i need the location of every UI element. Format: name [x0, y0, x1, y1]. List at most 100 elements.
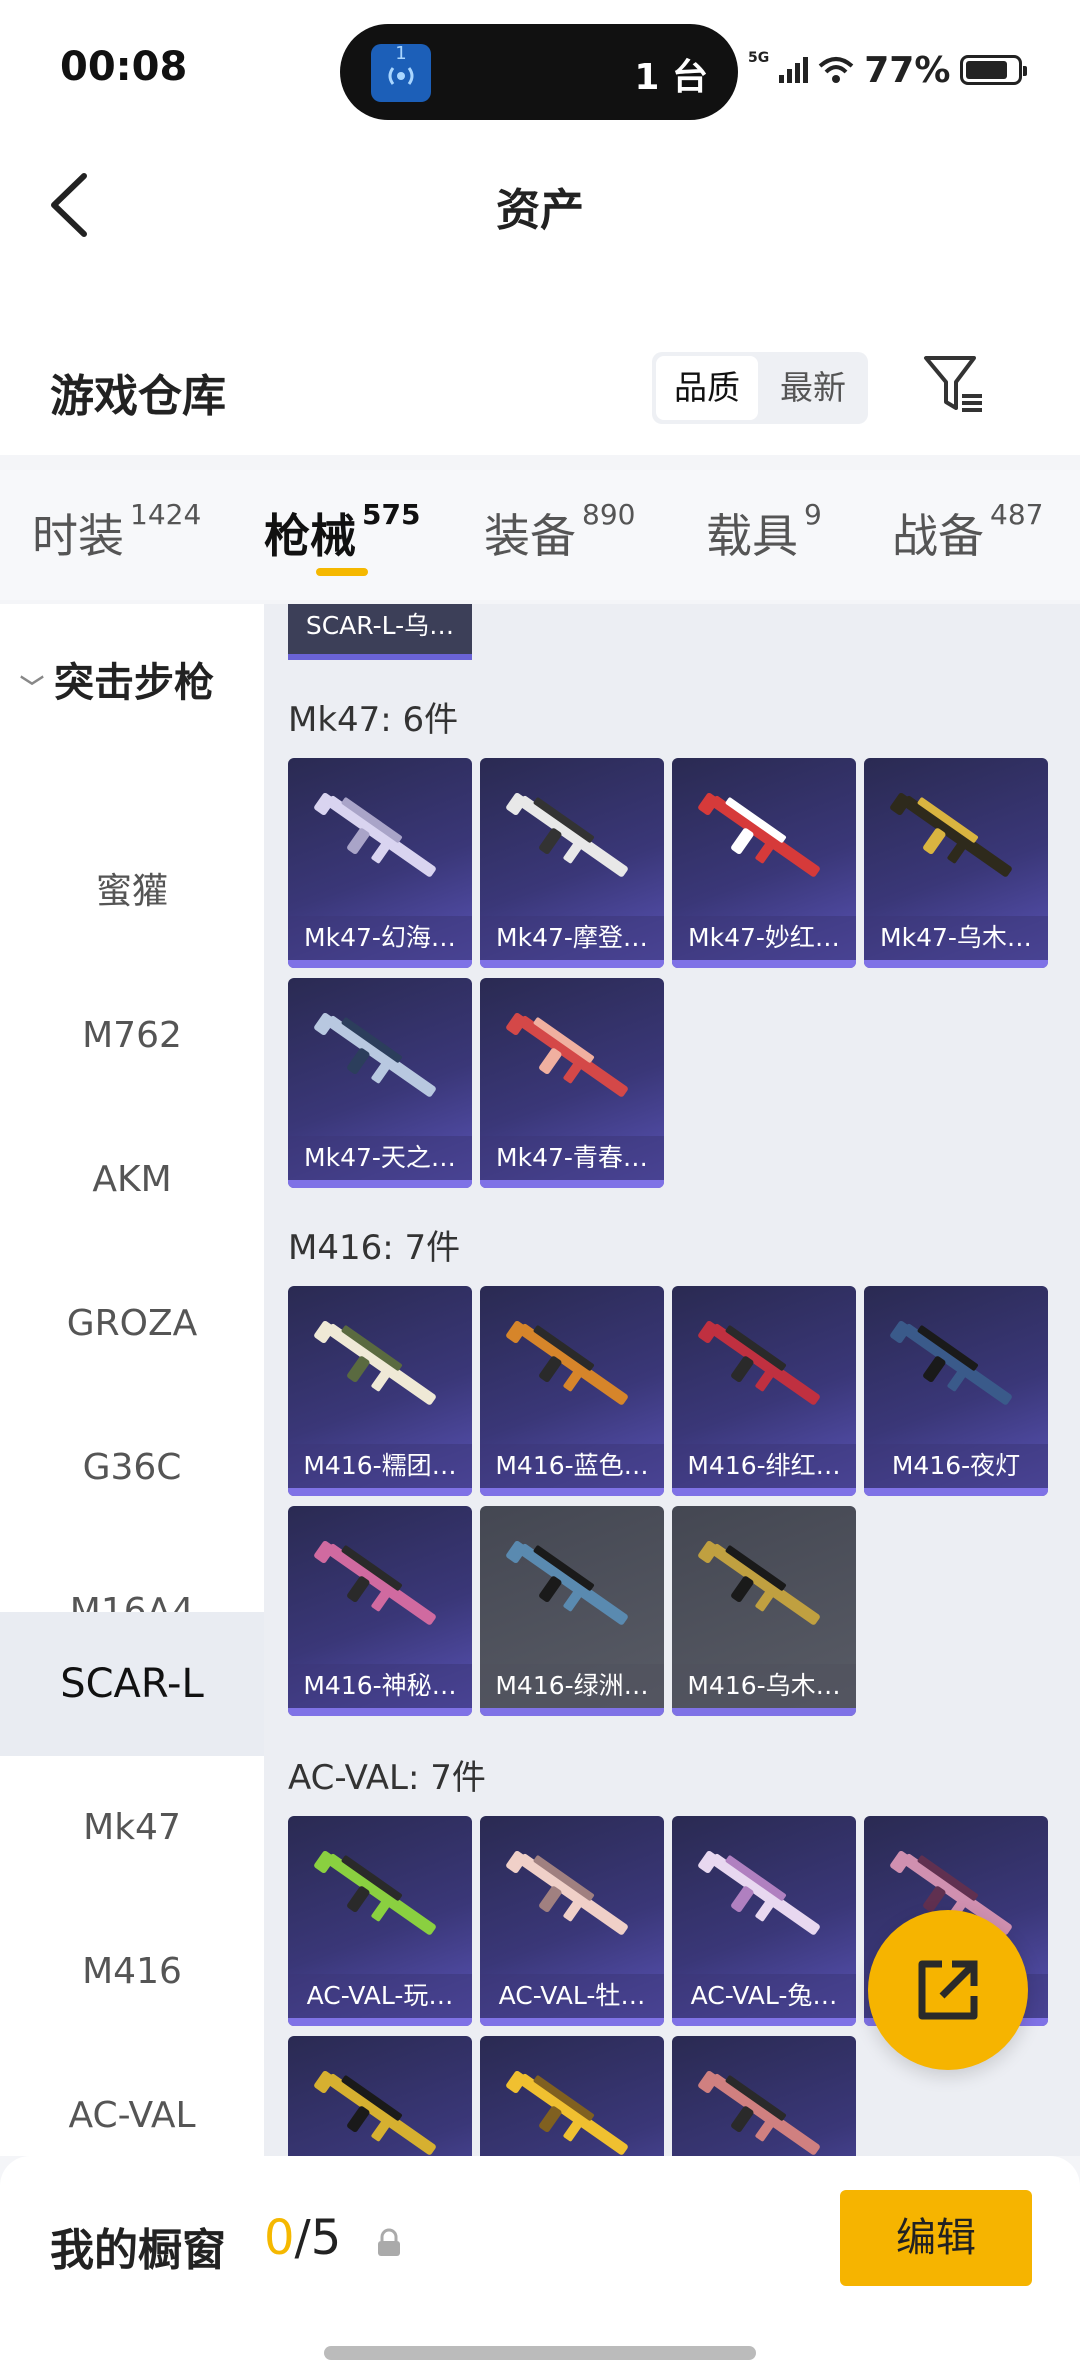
island-text: 1 台 [634, 57, 708, 98]
rifle-icon [506, 1320, 628, 1405]
rarity-bar [288, 1180, 472, 1188]
skin-card-label: AC-VAL-兔… [672, 1974, 856, 2018]
group-title: M416: 7件 [288, 1228, 461, 1268]
rarity-bar [480, 1180, 664, 1188]
rifle-icon [698, 2070, 820, 2155]
rifle-icon [506, 792, 628, 877]
group-title: AC-VAL: 7件 [288, 1758, 486, 1798]
share-export-icon [918, 1960, 978, 2020]
tab-weapons[interactable]: 枪械 575 [264, 498, 420, 566]
skin-card[interactable]: Mk47-妙红… [672, 758, 856, 968]
skin-card[interactable]: M416-夜灯 [864, 1286, 1048, 1496]
showcase-count: 0/5 [264, 2210, 341, 2266]
sidebar-item[interactable]: Mk47 [0, 1756, 264, 1900]
filter-icon[interactable] [922, 352, 986, 416]
rarity-bar [288, 960, 472, 968]
share-button[interactable] [868, 1910, 1028, 2070]
skin-card[interactable]: AC-VAL-牡… [480, 1816, 664, 2026]
tab-supplies[interactable]: 战备 487 [892, 498, 1044, 566]
status-time: 00:08 [60, 44, 188, 90]
active-tab-indicator [316, 568, 368, 576]
skin-card-label: M416-绿洲… [480, 1664, 664, 1708]
island-badge: 1 [395, 43, 407, 64]
sort-latest-button[interactable]: 最新 [762, 356, 864, 420]
rifle-icon [698, 1540, 820, 1625]
battery-percent: 77% [864, 49, 951, 91]
skin-card-label: M416-绯红… [672, 1444, 856, 1488]
skin-card-label: M416-乌木… [672, 1664, 856, 1708]
skin-card-label: Mk47-妙红… [672, 916, 856, 960]
sidebar-item-selected[interactable]: SCAR-L [0, 1612, 264, 1756]
tab-equipment[interactable]: 装备 890 [484, 498, 636, 566]
rarity-bar [480, 2018, 664, 2026]
chevron-down-icon: ﹀ [20, 674, 44, 702]
home-indicator [324, 2346, 756, 2360]
rarity-bar [480, 1708, 664, 1716]
rifle-icon [314, 1540, 436, 1625]
battery-icon [960, 55, 1028, 85]
rifle-icon [698, 1320, 820, 1405]
group-title: Mk47: 6件 [288, 700, 459, 740]
skin-card[interactable]: M416-糯团… [288, 1286, 472, 1496]
sort-toggle: 品质 最新 [652, 352, 868, 424]
skin-card[interactable]: M416-蓝色… [480, 1286, 664, 1496]
skin-card[interactable]: Mk47-青春… [480, 978, 664, 1188]
sidebar-item[interactable]: 蜜獾 [0, 820, 264, 964]
broadcast-icon: 1 [371, 44, 431, 102]
rifle-icon [314, 1320, 436, 1405]
skin-card-partial[interactable]: SCAR-L-乌… [288, 604, 472, 660]
skin-card[interactable]: M416-神秘… [288, 1506, 472, 1716]
rarity-bar [672, 1708, 856, 1716]
sidebar-item[interactable]: AC-VAL [0, 2044, 264, 2156]
skin-card-label: M416-糯团… [288, 1444, 472, 1488]
rifle-icon [314, 792, 436, 877]
skin-card[interactable] [672, 2036, 856, 2156]
rarity-bar [288, 1488, 472, 1496]
skin-card[interactable]: Mk47-幻海… [288, 758, 472, 968]
tab-vehicles[interactable]: 载具 9 [706, 498, 822, 566]
skin-card-label: Mk47-天之… [288, 1136, 472, 1180]
sidebar-item[interactable]: G36C [0, 1396, 264, 1540]
category-header[interactable]: ﹀ 突击步枪 [20, 650, 214, 708]
showcase-current: 0 [264, 2210, 295, 2266]
dynamic-island[interactable]: 1 1 台 [340, 24, 738, 120]
skin-card[interactable]: M416-乌木… [672, 1506, 856, 1716]
rifle-icon [506, 2070, 628, 2155]
rifle-icon [314, 1012, 436, 1097]
rarity-bar [672, 1488, 856, 1496]
skin-card-label: M416-夜灯 [864, 1444, 1048, 1488]
skin-card[interactable] [480, 2036, 664, 2156]
rifle-icon [314, 2070, 436, 2155]
signal-waves-icon [388, 67, 414, 85]
skin-card[interactable]: Mk47-摩登… [480, 758, 664, 968]
sort-quality-button[interactable]: 品质 [656, 356, 758, 420]
rifle-icon [698, 1850, 820, 1935]
skin-card-label: M416-神秘… [288, 1664, 472, 1708]
skin-card[interactable]: AC-VAL-兔… [672, 1816, 856, 2026]
rifle-icon [890, 792, 1012, 877]
tab-label: 枪械 [264, 509, 356, 563]
edit-button[interactable]: 编辑 [840, 2190, 1032, 2286]
sidebar-item[interactable]: AKM [0, 1108, 264, 1252]
sidebar-item[interactable]: M762 [0, 964, 264, 1108]
tab-count: 487 [990, 498, 1044, 531]
skin-card[interactable]: Mk47-乌木… [864, 758, 1048, 968]
tab-fashion[interactable]: 时装 1424 [32, 498, 201, 566]
sidebar-item[interactable]: M416 [0, 1900, 264, 2044]
rifle-icon [506, 1540, 628, 1625]
showcase-bar: 我的橱窗 0/5 编辑 [0, 2156, 1080, 2376]
skin-card[interactable]: M416-绿洲… [480, 1506, 664, 1716]
network-label: 5G [748, 50, 770, 66]
skin-card[interactable]: Mk47-天之… [288, 978, 472, 1188]
tab-count: 890 [582, 498, 636, 531]
skin-card[interactable]: M416-绯红… [672, 1286, 856, 1496]
status-icons: 5G 77% [748, 49, 1028, 91]
sidebar-item[interactable]: GROZA [0, 1252, 264, 1396]
rarity-bar [864, 1488, 1048, 1496]
skin-card[interactable]: AC-VAL-玩… [288, 1816, 472, 2026]
rifle-icon [506, 1850, 628, 1935]
skin-card-label: Mk47-幻海… [288, 916, 472, 960]
rifle-icon [890, 1320, 1012, 1405]
rarity-bar [480, 960, 664, 968]
skin-card[interactable] [288, 2036, 472, 2156]
